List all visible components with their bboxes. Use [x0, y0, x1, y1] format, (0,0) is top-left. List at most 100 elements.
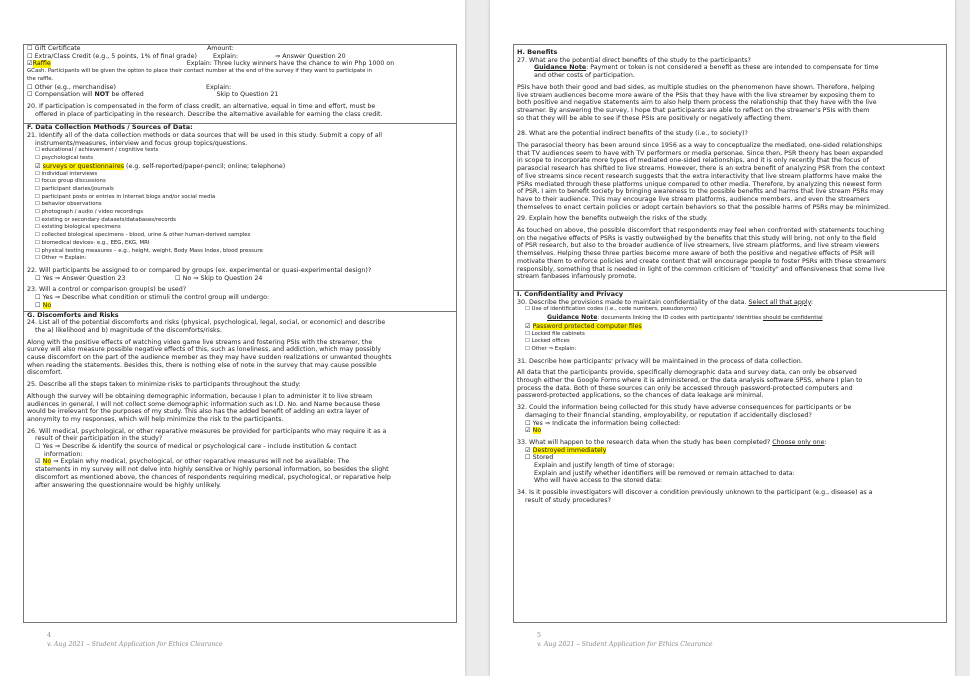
method-option[interactable]: ☐ collected biological specimens - blood… [27, 232, 453, 240]
q23-no-option: No [42, 301, 52, 309]
form-frame: ☐ Gift Certificate Amount: ☐ Extra/Class … [23, 44, 457, 623]
section-f-title: F. Data Collection Methods / Sources of … [27, 124, 193, 132]
method-option[interactable]: ☐ existing biological specimens [27, 224, 453, 232]
no-compensation-option[interactable]: ☐ Compensation will [27, 91, 93, 98]
answer-26-line: after answering the questionnaire would … [35, 481, 222, 489]
gift-certificate-option[interactable]: ☐ Gift Certificate [27, 45, 207, 53]
method-option[interactable]: ☐ Other ⇒ Explain: [27, 255, 453, 263]
page-footer: v. Aug 2021 – Student Application for Et… [537, 641, 713, 648]
question-32: 32. Could the information being collecte… [517, 404, 852, 412]
answer-25-line: anonymity to my responses, which will he… [27, 415, 284, 423]
method-option[interactable]: ☐ biomedical devices- e.g., EEG, EKG, MR… [27, 240, 453, 248]
q23-yes-option[interactable]: ☐ Yes ⇒ Describe what condition or stimu… [27, 294, 453, 302]
raffle-option: Raffle [32, 60, 51, 69]
answer-27-line: both positive and negative statements ai… [517, 99, 877, 107]
answer-28-line: The parasocial theory has been around si… [517, 142, 883, 150]
answer-31-line: All data that the participants provide, … [517, 369, 857, 377]
question-31: 31. Describe how participants' privacy w… [517, 357, 803, 365]
q32-no-checkbox[interactable]: ☑ [525, 427, 531, 434]
method-option[interactable]: ☐ existing or secondary datasets/databas… [27, 217, 453, 225]
question-27: 27. What are the potential direct benefi… [517, 56, 751, 64]
q26-no-option: No [42, 458, 52, 466]
question-24: 24. List all of the potential discomfort… [27, 319, 386, 327]
answer-27-line: live stream audiences become more aware … [517, 91, 875, 99]
method-option[interactable]: ☐ individual interviews [27, 171, 453, 179]
method-option[interactable]: ☐ participant posts or entries in Intern… [27, 194, 453, 202]
answer-29-line: stream fanbases infamously promote. [517, 273, 637, 281]
surveys-option: surveys or questionnaires [42, 162, 124, 170]
answer-24-line: when reading the statements. Besides thi… [27, 361, 377, 369]
guidance-note-label: Guidance Note [534, 64, 587, 72]
offices-option[interactable]: ☐ Locked offices [517, 338, 943, 346]
destroyed-checkbox[interactable]: ☑ [525, 447, 531, 454]
answer-29-line: themselves. Helping these three parties … [517, 250, 875, 258]
method-option[interactable]: ☐ photograph / audio / video recordings [27, 209, 453, 217]
answer-28-line: PSRs mediated through these platforms un… [517, 180, 882, 188]
stored-option[interactable]: ☐ Stored [517, 454, 943, 462]
class-credit-option[interactable]: ☐ Extra/Class Credit (e.g., 5 points, 1%… [27, 53, 213, 61]
q26-no-checkbox[interactable]: ☑ [35, 458, 41, 465]
other-compensation-option[interactable]: ☐ Other (e.g., merchandise) [27, 84, 206, 92]
question-26: 26. Will medical, psychological, or othe… [27, 427, 387, 435]
answer-28-line: have to their audience. This may encoura… [517, 195, 870, 203]
page-number: 5 [537, 632, 542, 639]
section-g-title: G. Discomforts and Risks [27, 311, 119, 319]
section-h-title: H. Benefits [517, 49, 558, 56]
id-codes-option[interactable]: ☐ Use of identification codes (i.e., cod… [517, 306, 943, 314]
answer-24-line: Along with the positive effects of watch… [27, 338, 373, 346]
page-5: H. Benefits 27. What are the potential d… [490, 0, 955, 676]
cabinets-option[interactable]: ☐ Locked file cabinets [517, 331, 943, 339]
other-provision-option[interactable]: ☐ Other ⇒ Explain: [517, 346, 943, 354]
answer-28-line: of live streams since recent research su… [517, 172, 882, 180]
form-frame: H. Benefits 27. What are the potential d… [513, 44, 947, 623]
storage-detail: Explain and justify length of time of st… [534, 462, 675, 470]
password-checkbox[interactable]: ☑ [525, 323, 531, 330]
surveys-checkbox[interactable]: ☑ [35, 163, 41, 170]
destroyed-option: Destroyed immediately [532, 446, 607, 454]
answer-25-line: Although the survey will be obtaining de… [27, 392, 373, 400]
benefits-section: H. Benefits 27. What are the potential d… [514, 45, 946, 291]
answer-25-line: audiences in general, I will not collect… [27, 400, 381, 408]
password-option: Password protected computer files [532, 322, 642, 330]
method-option[interactable]: ☐ participant diaries/journals [27, 186, 453, 194]
q32-yes-option[interactable]: ☐ Yes ⇒ Indicate the information being c… [517, 420, 943, 428]
method-option[interactable]: ☐ psychological tests [27, 155, 453, 163]
guidance-note-label: Guidance Note [547, 314, 598, 322]
method-option[interactable]: ☐ physical testing measures – e.g., heig… [27, 248, 453, 256]
q26-yes-option[interactable]: ☐ Yes ⇒ Describe & identify the source o… [27, 443, 453, 451]
question-30: 30. Describe the provisions made to main… [517, 298, 747, 306]
compensation-section: ☐ Gift Certificate Amount: ☐ Extra/Class … [24, 45, 456, 125]
answer-28-line: parasocial research has shifted to live … [517, 165, 885, 173]
answer-27-line: streamer. By answering the survey, I hop… [517, 106, 870, 114]
q22-yes-option[interactable]: ☐ Yes ⇒ Answer Question 23 [35, 275, 175, 283]
question-22: 22. Will participants be assigned to or … [27, 266, 372, 274]
question-25: 25. Describe all the steps taken to mini… [27, 381, 301, 389]
page-footer: v. Aug 2021 – Student Application for Et… [47, 641, 223, 648]
answer-28-line: in scope to incorporate more types of me… [517, 157, 869, 165]
answer-25-line: would be irrelevant for the purposes of … [27, 408, 369, 416]
answer-26-line: statements in my survey will not delve i… [35, 466, 389, 474]
answer-28-line: of PSR, I aim to benefit society by brin… [517, 188, 884, 196]
q22-no-option[interactable]: ☐ No ⇒ Skip to Question 24 [175, 275, 262, 282]
answer-27-line: so that they will be able to see if thes… [517, 114, 793, 122]
method-option[interactable]: ☐ behavior observations [27, 201, 453, 209]
question-20: 20. If participation is compensated in t… [27, 102, 376, 110]
answer-29-line: on the negative effects of PSRs is vastl… [517, 234, 877, 242]
page-number: 4 [47, 632, 52, 639]
answer-29-line: responsibly, something that is needed in… [517, 265, 885, 273]
question-33: 33. What will happen to the research dat… [517, 438, 771, 446]
method-option[interactable]: ☐ educational / achievement / cognitive … [27, 147, 453, 155]
answer-28-line: themselves to enact certain policies or … [517, 203, 891, 211]
method-option[interactable]: ☐ focus group discussions [27, 178, 453, 186]
answer-24-line: discomfort. [27, 369, 63, 377]
q32-no-option: No [532, 427, 542, 435]
storage-detail: Explain and justify whether identifiers … [534, 469, 795, 477]
question-28: 28. What are the potential indirect bene… [517, 130, 748, 138]
answer-27-line: PSIs have both their good and bad sides,… [517, 83, 875, 91]
data-collection-section: F. Data Collection Methods / Sources of … [24, 124, 456, 312]
answer-29-line: of PSR research, but also to the broader… [517, 242, 880, 250]
answer-29-line: As touched on above, the possible discom… [517, 227, 885, 235]
answer-24-line: survey will also measure possible negati… [27, 346, 381, 354]
question-29: 29. Explain how the benefits outweigh th… [517, 215, 708, 223]
q23-no-checkbox[interactable]: ☐ [35, 302, 41, 309]
